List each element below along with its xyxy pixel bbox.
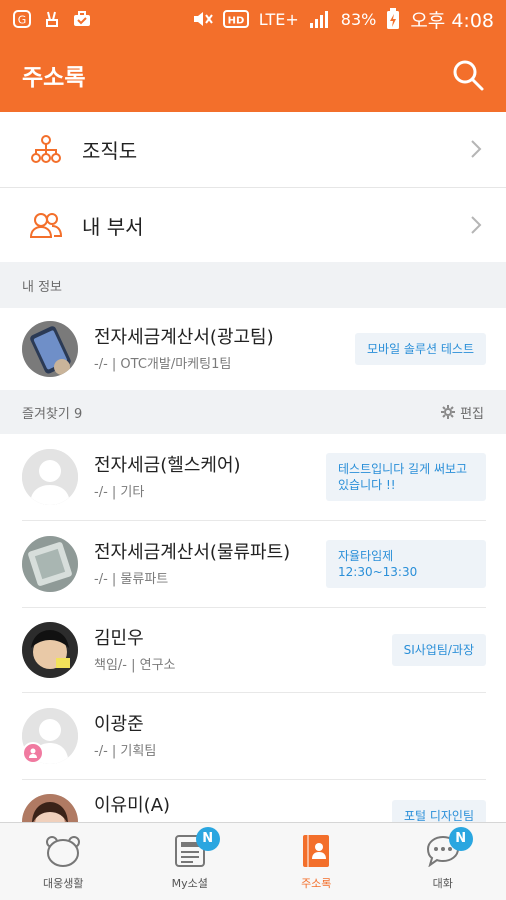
- page-title: 주소록: [22, 65, 86, 91]
- contact-text: 김민우 책임/- | 연구소: [94, 627, 392, 673]
- contact-name: 이유미(A): [94, 795, 171, 816]
- nav-item-daewoong-life[interactable]: 대웅생활: [0, 823, 127, 900]
- battery-percent: 83%: [340, 9, 377, 29]
- contact-name: 전자세금계산서(물류파트): [94, 542, 291, 563]
- favorite-contact[interactable]: 전자세금계산서(물류파트) -/- | 물류파트 자율타임제 12:30~13:…: [0, 521, 506, 607]
- department-people-icon: [30, 209, 62, 241]
- favorites-header: 즐겨찾기 9 편집: [0, 390, 506, 434]
- bottom-navigation: 대웅생활 N My소셜 주소록 N 대화: [0, 822, 506, 900]
- briefcase-check-icon: [72, 9, 92, 29]
- nav-item-chat[interactable]: N 대화: [380, 823, 506, 900]
- contact-text: 전자세금(헬스케어) -/- | 기타: [94, 454, 326, 500]
- nav-label: 대화: [432, 876, 453, 890]
- org-chart-icon: [30, 133, 62, 165]
- edit-label: 편집: [460, 406, 484, 422]
- contact-text: 전자세금계산서(물류파트) -/- | 물류파트: [94, 541, 326, 587]
- contact-department: -/- | 기획팀: [94, 744, 157, 759]
- org-chart-label: 조직도: [82, 138, 138, 163]
- avatar: [22, 321, 78, 377]
- avatar: [22, 449, 78, 505]
- chevron-right-icon: [466, 215, 486, 235]
- contact-department: -/- | 기타: [94, 485, 145, 500]
- chat-bubble-icon: N: [425, 826, 473, 869]
- clock: 오후 4:08: [410, 9, 494, 32]
- status-bar-left: G: [12, 9, 92, 29]
- contact-department: -/- | OTC개발/마케팅1팀: [94, 357, 232, 372]
- social-card-icon: N: [172, 826, 220, 869]
- my-department-row[interactable]: 내 부서: [0, 188, 506, 262]
- search-icon: [453, 60, 484, 91]
- search-button[interactable]: [448, 55, 488, 95]
- bear-face-icon: [45, 833, 81, 869]
- svg-text:HD: HD: [227, 16, 244, 27]
- my-info-header-label: 내 정보: [22, 279, 63, 295]
- favorite-contact[interactable]: 이광준 -/- | 기획팀: [0, 693, 506, 779]
- avatar: [22, 622, 78, 678]
- status-bar: G HD LTE+ 83% 오후 4:08: [0, 0, 506, 38]
- avatar: [22, 708, 78, 765]
- peace-hand-icon: [42, 9, 62, 29]
- contact-department: 책임/- | 연구소: [94, 658, 176, 673]
- status-message: 모바일 솔루션 테스트: [355, 333, 486, 365]
- contact-name: 김민우: [94, 628, 144, 649]
- my-department-label: 내 부서: [82, 214, 144, 239]
- svg-text:G: G: [18, 14, 27, 27]
- chevron-right-icon: [466, 139, 486, 159]
- gear-icon: [441, 405, 456, 419]
- battery-charging-icon: [386, 8, 400, 30]
- mute-icon: [191, 9, 213, 29]
- my-info-contact[interactable]: 전자세금계산서(광고팀) -/- | OTC개발/마케팅1팀 모바일 솔루션 테…: [0, 308, 506, 390]
- contact-department: -/- | 물류파트: [94, 572, 169, 587]
- address-book-icon: [298, 833, 334, 869]
- org-chart-row[interactable]: 조직도: [0, 112, 506, 186]
- hd-voice-icon: HD: [222, 9, 249, 29]
- network-type: LTE+: [258, 9, 299, 29]
- contact-text: 전자세금계산서(광고팀) -/- | OTC개발/마케팅1팀: [94, 326, 355, 372]
- contact-name: 이광준: [94, 714, 144, 735]
- favorites-header-label: 즐겨찾기 9: [22, 406, 83, 422]
- new-badge: N: [448, 826, 473, 851]
- app-notification-icon: G: [12, 9, 32, 29]
- nav-label: 주소록: [301, 876, 332, 890]
- edit-favorites-button[interactable]: 편집: [440, 403, 484, 422]
- status-message: SI사업팀/과장: [391, 634, 486, 666]
- nav-label: My소셜: [171, 876, 208, 890]
- nav-label: 대웅생활: [43, 876, 84, 890]
- contact-name: 전자세금계산서(광고팀): [94, 327, 274, 348]
- signal-icon: [309, 9, 331, 29]
- app-bar: 주소록: [0, 38, 506, 112]
- favorite-contact[interactable]: 전자세금(헬스케어) -/- | 기타 테스트입니다 길게 써보고있습니다 !!: [0, 434, 506, 520]
- new-badge: N: [195, 826, 220, 851]
- my-info-header: 내 정보: [0, 262, 506, 308]
- contact-text: 이광준 -/- | 기획팀: [94, 713, 486, 759]
- nav-item-address-book[interactable]: 주소록: [253, 823, 380, 900]
- status-bar-right: HD LTE+ 83% 오후 4:08: [191, 6, 494, 33]
- avatar: [22, 536, 78, 592]
- favorite-contact[interactable]: 김민우 책임/- | 연구소 SI사업팀/과장: [0, 608, 506, 692]
- status-message: 자율타임제 12:30~13:30: [326, 540, 486, 588]
- user-status-icon: [22, 742, 44, 764]
- nav-item-my-social[interactable]: N My소셜: [127, 823, 254, 900]
- contact-name: 전자세금(헬스케어): [94, 455, 241, 476]
- contact-text: 이유미(A): [94, 794, 392, 821]
- status-message: 테스트입니다 길게 써보고있습니다 !!: [326, 453, 486, 501]
